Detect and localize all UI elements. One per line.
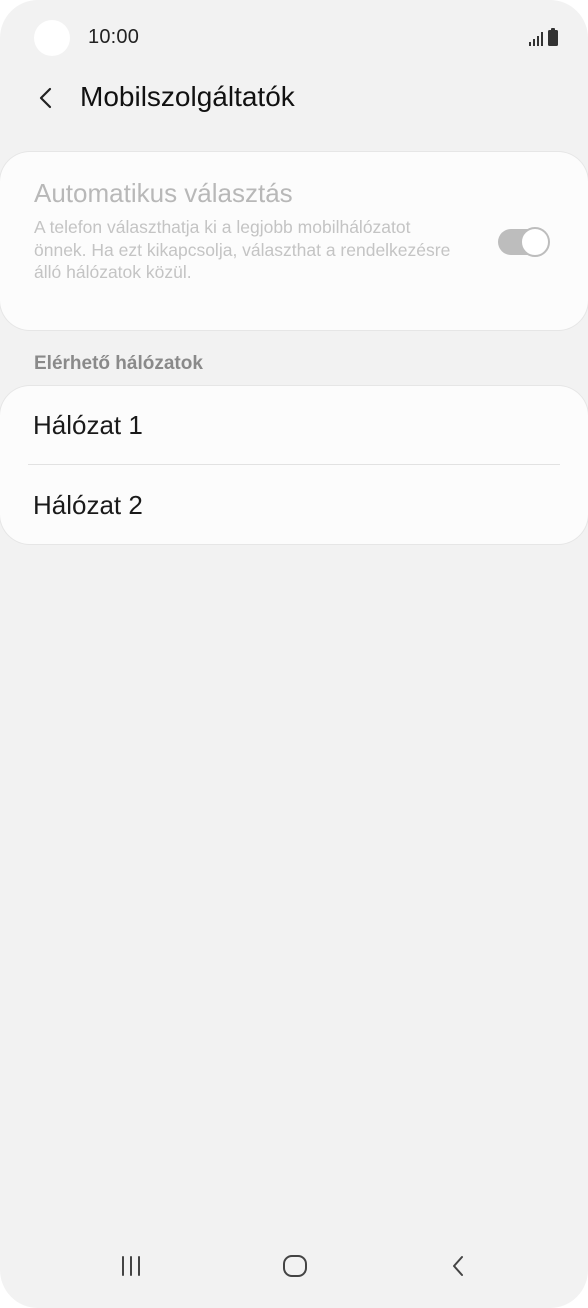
phone-screen: 10:00 Mobilszolgáltatók Automatikus vála… [0, 0, 588, 1308]
status-bar: 10:00 [0, 0, 588, 76]
networks-list: Hálózat 1 Hálózat 2 [0, 386, 588, 544]
toggle-thumb [520, 227, 550, 257]
camera-cutout [34, 20, 70, 56]
available-networks-header: Elérhető hálózatok [34, 353, 203, 374]
app-header: Mobilszolgáltatók [0, 70, 588, 126]
auto-select-description: A telefon választhatja ki a legjobb mobi… [34, 217, 451, 282]
chevron-left-icon [39, 87, 52, 109]
page-title: Mobilszolgáltatók [80, 81, 295, 112]
list-divider [28, 464, 560, 465]
auto-select-toggle[interactable] [496, 227, 550, 257]
battery-icon [548, 28, 558, 46]
back-icon [453, 1256, 463, 1276]
auto-select-title: Automatikus választás [34, 178, 293, 208]
nav-back-button[interactable] [433, 1244, 485, 1288]
recents-button[interactable] [105, 1244, 157, 1288]
home-icon [283, 1255, 307, 1277]
status-time: 10:00 [88, 26, 140, 48]
home-button[interactable] [269, 1244, 321, 1288]
signal-icon [529, 32, 543, 46]
back-button[interactable] [26, 78, 66, 118]
status-icons [529, 28, 558, 46]
navigation-bar [0, 1236, 588, 1296]
recents-icon [122, 1256, 140, 1276]
network-label: Hálózat 1 [33, 410, 143, 440]
network-label: Hálózat 2 [33, 490, 143, 520]
network-item-2[interactable]: Hálózat 2 [0, 466, 588, 544]
network-item-1[interactable]: Hálózat 1 [0, 386, 588, 465]
